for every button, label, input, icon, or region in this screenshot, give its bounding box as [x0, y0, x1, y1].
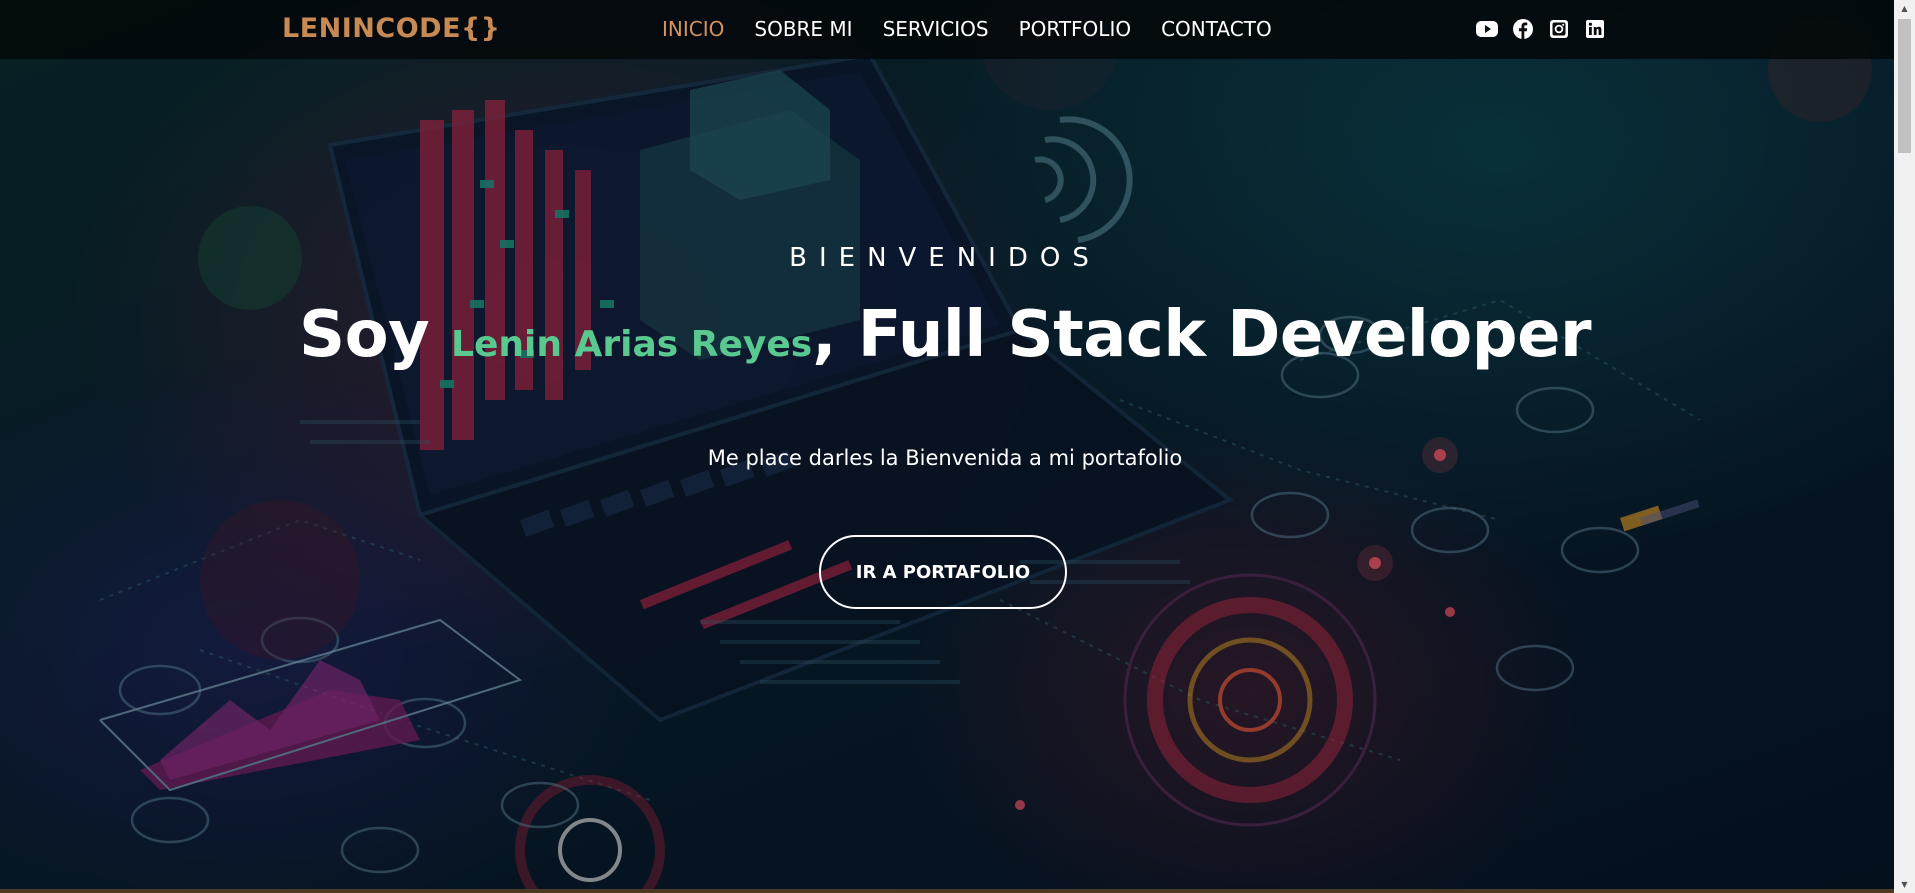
- youtube-icon[interactable]: [1476, 18, 1498, 40]
- scroll-down-arrow-icon[interactable]: ▼: [1894, 876, 1915, 893]
- main-nav: INICIO SOBRE MI SERVICIOS PORTFOLIO CONT…: [662, 17, 1272, 41]
- nav-item-portfolio[interactable]: PORTFOLIO: [1019, 17, 1132, 41]
- social-links: [1476, 18, 1606, 40]
- next-section-edge: [0, 889, 1894, 893]
- headline-name: Lenin Arias Reyes: [451, 324, 813, 365]
- hero-subtitle: Me place darles la Bienvenida a mi porta…: [707, 446, 1183, 470]
- nav-item-inicio[interactable]: INICIO: [662, 17, 724, 41]
- facebook-icon[interactable]: [1512, 18, 1534, 40]
- nav-item-sobre-mi[interactable]: SOBRE MI: [754, 17, 852, 41]
- top-navbar: LENINCODE{} INICIO SOBRE MI SERVICIOS PO…: [0, 0, 1894, 59]
- linkedin-icon[interactable]: [1584, 18, 1606, 40]
- headline-suffix: , Full Stack Developer: [812, 298, 1592, 372]
- instagram-icon[interactable]: [1548, 18, 1570, 40]
- hero-eyebrow: BIENVENIDOS: [789, 243, 1101, 273]
- scroll-up-arrow-icon[interactable]: ▲: [1894, 0, 1915, 17]
- nav-item-servicios[interactable]: SERVICIOS: [883, 17, 989, 41]
- headline-prefix: Soy: [298, 298, 452, 372]
- landing-page: LENINCODE{} INICIO SOBRE MI SERVICIOS PO…: [0, 0, 1915, 893]
- nav-item-contacto[interactable]: CONTACTO: [1161, 17, 1272, 41]
- hero-headline: Soy Lenin Arias Reyes, Full Stack Develo…: [0, 298, 1890, 372]
- vertical-scrollbar[interactable]: ▲ ▼: [1894, 0, 1915, 893]
- hero-section: BIENVENIDOS Soy Lenin Arias Reyes, Full …: [0, 0, 1894, 893]
- site-logo[interactable]: LENINCODE{}: [282, 13, 500, 44]
- scrollbar-thumb[interactable]: [1898, 19, 1911, 153]
- portfolio-cta-button[interactable]: IR A PORTAFOLIO: [819, 535, 1067, 609]
